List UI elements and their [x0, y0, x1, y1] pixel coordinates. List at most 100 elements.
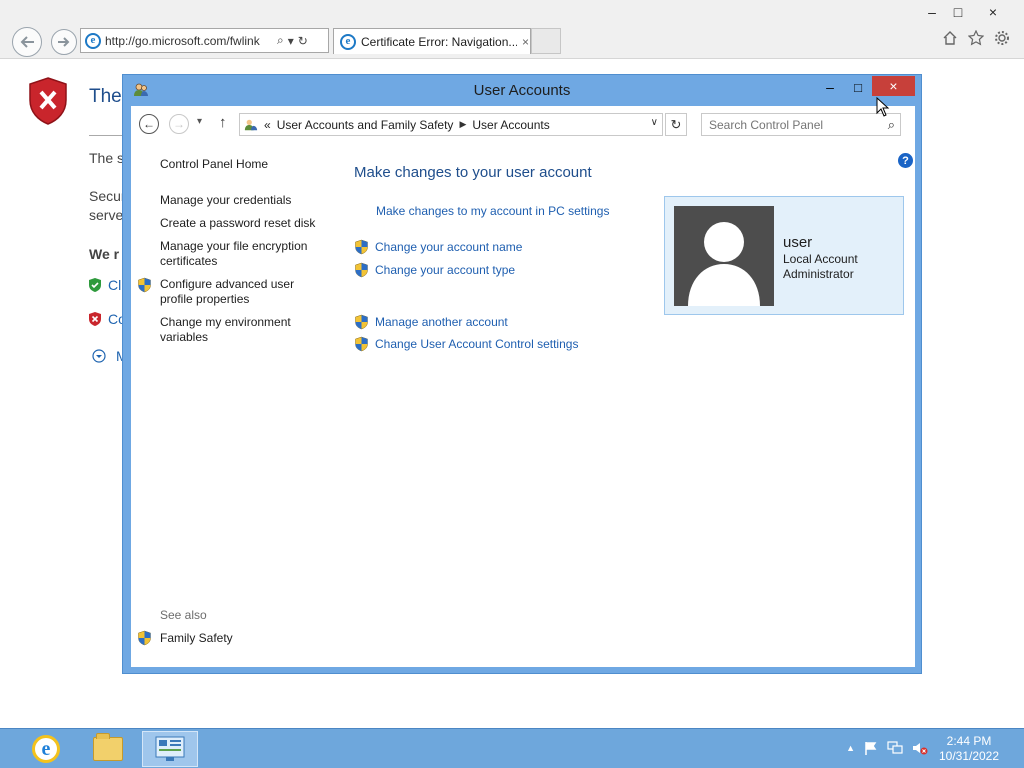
browser-maximize-button[interactable]: □ [943, 2, 973, 22]
tools-gear-icon[interactable] [994, 30, 1010, 46]
see-also-label: See also [160, 608, 207, 622]
error-option-close-label[interactable]: Cl [108, 277, 121, 293]
address-dropdown-icon[interactable]: ▾ [288, 34, 294, 48]
manage-another-account-link[interactable]: Manage another account [354, 314, 508, 330]
pc-settings-link-label[interactable]: Make changes to my account in PC setting… [376, 204, 609, 218]
ie-page-icon: e [85, 32, 101, 49]
system-tray: ▲ [846, 741, 928, 755]
action-center-flag-icon[interactable] [864, 741, 878, 755]
uac-settings-label[interactable]: Change User Account Control settings [375, 337, 578, 351]
ie-toolbar: e http://go.microsoft.com/fwlink ⌕ ▾ ↻ e… [0, 0, 1024, 58]
error-shield-icon [29, 77, 67, 125]
explorer-navbar: ← → ▾ ↑ « User Accounts and Family Safet… [131, 106, 915, 140]
taskbar: e ▲ 2:44 PM 10/31/2022 [0, 728, 1024, 768]
tab-close-icon[interactable]: × [522, 35, 529, 49]
uac-settings-link[interactable]: Change User Account Control settings [354, 336, 578, 352]
show-hidden-icons-icon[interactable]: ▲ [846, 743, 855, 753]
account-card[interactable]: user Local Account Administrator [664, 196, 904, 315]
window-titlebar[interactable]: User Accounts – □ × [123, 75, 921, 105]
family-safety-shield-icon [138, 630, 151, 646]
browser-forward-button[interactable] [51, 29, 77, 55]
file-encryption-link[interactable]: Manage your file encryption certificates [160, 239, 320, 269]
green-shield-icon [89, 278, 101, 292]
search-box[interactable]: ⌕ [701, 113, 901, 136]
address-search-icon[interactable]: ⌕ [277, 33, 284, 48]
control-panel-home-link[interactable]: Control Panel Home [160, 157, 320, 172]
clock-date: 10/31/2022 [938, 749, 1000, 763]
account-role: Administrator [783, 267, 854, 281]
breadcrumb-prefix[interactable]: « [264, 118, 271, 132]
browser-close-button[interactable]: × [978, 2, 1008, 22]
change-account-name-link[interactable]: Change your account name [354, 239, 522, 255]
account-type: Local Account [783, 252, 858, 266]
mouse-cursor-icon [876, 97, 890, 117]
control-panel-icon [155, 736, 185, 761]
help-icon[interactable]: ? [898, 153, 913, 168]
environment-variables-link[interactable]: Change my environment variables [160, 315, 320, 345]
taskbar-clock[interactable]: 2:44 PM 10/31/2022 [934, 734, 1004, 764]
clock-time: 2:44 PM [946, 734, 992, 748]
change-account-type-label[interactable]: Change your account type [375, 263, 515, 277]
search-input[interactable] [709, 117, 874, 132]
breadcrumb-dropdown-icon[interactable]: ∨ [651, 117, 658, 128]
account-name: user [783, 234, 813, 251]
avatar[interactable] [674, 206, 774, 306]
address-text[interactable]: http://go.microsoft.com/fwlink [105, 34, 273, 48]
internet-explorer-icon: e [32, 735, 60, 763]
new-tab-button[interactable] [531, 28, 561, 54]
uac-shield-icon [355, 262, 368, 278]
error-recommendation: We r [89, 246, 120, 262]
password-reset-disk-link[interactable]: Create a password reset disk [160, 216, 320, 231]
tab-title: Certificate Error: Navigation... [361, 34, 517, 49]
nav-forward-button[interactable]: → [169, 114, 189, 134]
expand-circle-icon [92, 349, 106, 363]
back-arrow-icon [20, 36, 34, 48]
network-icon[interactable] [887, 741, 903, 755]
error-line2a: Secur [89, 188, 126, 204]
error-line1: The s [89, 150, 125, 166]
taskbar-explorer-button[interactable] [80, 731, 136, 767]
uac-shield-icon [355, 336, 368, 352]
favorites-star-icon[interactable] [968, 30, 984, 46]
refresh-button[interactable]: ↻ [665, 113, 687, 136]
family-safety-link[interactable]: Family Safety [160, 631, 320, 646]
ie-command-icons [942, 30, 1010, 46]
address-refresh-icon[interactable]: ↻ [298, 34, 308, 48]
error-option-continue[interactable]: Co [88, 311, 126, 327]
search-icon[interactable]: ⌕ [888, 117, 895, 133]
breadcrumb[interactable]: « User Accounts and Family Safety ▶ User… [239, 113, 663, 136]
uac-shield-icon [138, 277, 151, 293]
window-title: User Accounts [473, 82, 571, 99]
breadcrumb-separator-icon[interactable]: ▶ [459, 119, 466, 130]
taskbar-control-panel-button[interactable] [142, 731, 198, 767]
address-bar[interactable]: e http://go.microsoft.com/fwlink ⌕ ▾ ↻ [80, 28, 329, 53]
red-shield-icon [89, 312, 101, 326]
advanced-profile-link[interactable]: Configure advanced user profile properti… [160, 277, 320, 307]
error-option-close[interactable]: Cl [88, 277, 121, 293]
nav-back-button[interactable]: ← [139, 114, 159, 134]
breadcrumb-item-user-accounts[interactable]: User Accounts [472, 118, 549, 132]
taskbar-ie-button[interactable]: e [18, 731, 74, 767]
manage-another-account-label[interactable]: Manage another account [375, 315, 508, 329]
file-explorer-folder-icon [93, 733, 123, 761]
recent-locations-dropdown[interactable]: ▾ [197, 116, 202, 127]
window-maximize-button[interactable]: □ [844, 76, 872, 98]
breadcrumb-item-family-safety[interactable]: User Accounts and Family Safety [277, 118, 454, 132]
change-account-name-label[interactable]: Change your account name [375, 240, 522, 254]
default-user-avatar-icon [688, 222, 760, 306]
browser-tab[interactable]: e Certificate Error: Navigation... × [333, 28, 531, 54]
change-account-type-link[interactable]: Change your account type [354, 262, 515, 278]
uac-shield-icon [355, 239, 368, 255]
forward-arrow-icon [58, 37, 70, 47]
browser-back-button[interactable] [12, 27, 42, 57]
home-icon[interactable] [942, 30, 958, 46]
tab-ie-icon: e [340, 33, 356, 50]
window-close-button[interactable]: × [872, 76, 915, 96]
manage-credentials-link[interactable]: Manage your credentials [160, 193, 320, 208]
window-minimize-button[interactable]: – [816, 76, 844, 98]
user-accounts-window: User Accounts – □ × ← → ▾ ↑ « User Accou… [122, 74, 922, 674]
pc-settings-link[interactable]: Make changes to my account in PC setting… [376, 204, 609, 218]
volume-muted-icon[interactable] [912, 741, 928, 755]
nav-up-button[interactable]: ↑ [219, 114, 227, 131]
page-heading: Make changes to your user account [354, 164, 592, 181]
